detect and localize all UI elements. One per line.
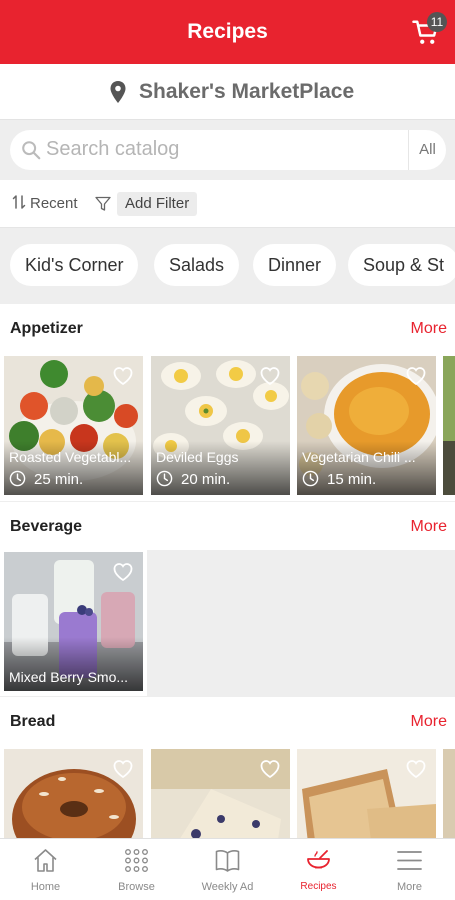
grid-dots-icon (125, 849, 148, 872)
menu-icon (397, 851, 422, 870)
search-bar-area: Search catalog All (0, 120, 455, 180)
sort-label: Recent (30, 195, 78, 212)
empty-area (147, 550, 455, 696)
recipe-image (443, 749, 455, 838)
recipe-card[interactable]: Roasted Vegetabl... 25 min. (4, 356, 143, 495)
nav-recipes-label: Recipes (300, 881, 337, 892)
clock-icon (9, 470, 26, 487)
section-beverage: Beverage More Mixed Berry Smo... (0, 502, 455, 696)
nav-home-label: Home (30, 881, 61, 893)
nav-home[interactable]: Home (0, 839, 91, 900)
section-title: Beverage (10, 518, 83, 535)
favorite-heart-icon[interactable] (404, 364, 428, 386)
search-scope-selector[interactable]: All (408, 130, 446, 170)
location-pin-icon (110, 81, 126, 103)
recipe-card[interactable] (297, 749, 436, 838)
store-selector[interactable]: Shaker's MarketPlace (0, 64, 455, 120)
recipe-card[interactable]: Mixed Berry Smo... (4, 552, 143, 691)
favorite-heart-icon[interactable] (258, 757, 282, 779)
nav-more[interactable]: More (364, 839, 455, 900)
bottom-nav: Home Browse Weekly Ad Recipes More (0, 838, 455, 900)
section-appetizer: Appetizer More Roasted Vegetabl... 25 mi… (0, 304, 455, 501)
recipe-name: Deviled Eggs (156, 449, 239, 465)
recipe-card-partial[interactable] (443, 356, 455, 495)
nav-browse-label: Browse (118, 881, 155, 893)
sort-icon (12, 195, 26, 209)
more-link[interactable]: More (411, 713, 447, 731)
clock-icon (302, 470, 319, 487)
filter-bar: Recent Add Filter (0, 180, 455, 228)
nav-more-label: More (396, 881, 423, 893)
favorite-heart-icon[interactable] (258, 364, 282, 386)
sort-button[interactable]: Recent (12, 194, 78, 212)
section-title: Appetizer (10, 320, 83, 337)
cart-count-badge: 11 (427, 12, 447, 32)
section-title: Bread (10, 713, 56, 730)
search-icon (22, 141, 41, 160)
page-title: Recipes (187, 20, 268, 43)
search-input[interactable]: Search catalog (46, 138, 179, 161)
home-icon (34, 849, 57, 872)
section-bread: Bread More (0, 697, 455, 838)
recipe-card[interactable] (4, 749, 143, 838)
open-book-icon (215, 850, 240, 872)
recipe-time-value: 15 min. (327, 471, 377, 488)
nav-recipes[interactable]: Recipes (273, 839, 364, 900)
recipe-name: Mixed Berry Smo... (9, 669, 129, 685)
favorite-heart-icon[interactable] (111, 364, 135, 386)
recipe-card-partial[interactable] (443, 749, 455, 838)
store-name: Shaker's MarketPlace (139, 80, 355, 103)
recipe-card[interactable] (151, 749, 290, 838)
favorite-heart-icon[interactable] (404, 757, 428, 779)
more-link[interactable]: More (411, 518, 447, 536)
add-filter-label: Add Filter (117, 192, 198, 216)
clock-icon (156, 470, 173, 487)
app-header: Recipes 11 (0, 0, 455, 64)
nav-weekly-ad[interactable]: Weekly Ad (182, 839, 273, 900)
bowl-icon (307, 850, 330, 869)
recipe-time: 20 min. (156, 469, 230, 491)
chip-salads[interactable]: Salads (154, 244, 240, 286)
nav-browse[interactable]: Browse (91, 839, 182, 900)
recipe-card[interactable]: Vegetarian Chili ... 15 min. (297, 356, 436, 495)
chip-dinner[interactable]: Dinner (253, 244, 337, 286)
recipe-card[interactable]: Deviled Eggs 20 min. (151, 356, 290, 495)
recipe-name: Vegetarian Chili ... (302, 449, 416, 465)
search-bar: Search catalog All (10, 130, 446, 170)
chip-soup[interactable]: Soup & St (348, 244, 455, 286)
funnel-icon (95, 196, 111, 211)
favorite-heart-icon[interactable] (111, 560, 135, 582)
recipe-time-value: 25 min. (34, 471, 84, 488)
recipe-time: 15 min. (302, 469, 376, 491)
recipe-image (443, 356, 455, 495)
cart-button[interactable]: 11 (411, 12, 447, 48)
category-chips: Kid's Corner Salads Dinner Soup & St (0, 229, 455, 303)
recipe-time-value: 20 min. (181, 471, 231, 488)
more-link[interactable]: More (411, 320, 447, 338)
recipe-time: 25 min. (9, 469, 83, 491)
nav-weekly-ad-label: Weekly Ad (201, 881, 254, 893)
chip-kids-corner[interactable]: Kid's Corner (10, 244, 139, 286)
favorite-heart-icon[interactable] (111, 757, 135, 779)
recipe-name: Roasted Vegetabl... (9, 449, 132, 465)
